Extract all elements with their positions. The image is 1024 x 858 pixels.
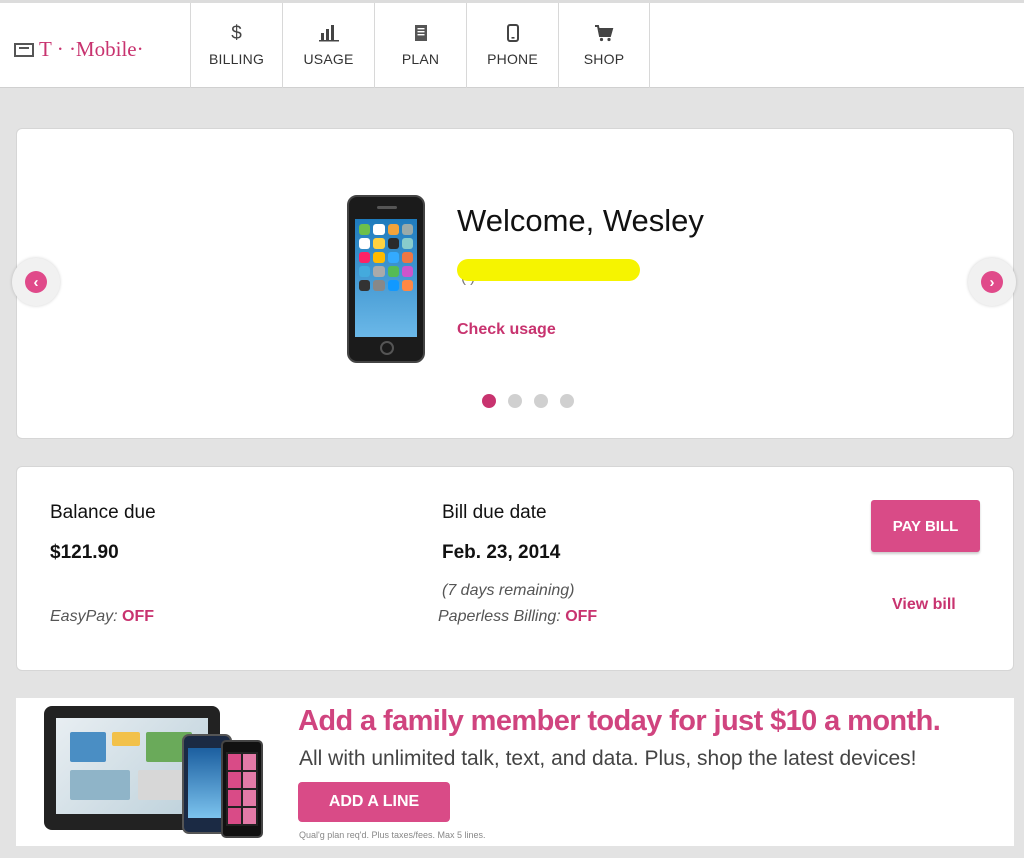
pay-bill-button[interactable]: PAY BILL bbox=[871, 500, 980, 552]
chevron-right-icon: › bbox=[981, 271, 1003, 293]
balance-due-label: Balance due bbox=[50, 502, 156, 523]
promo-fine-print: Qual'g plan req'd. Plus taxes/fees. Max … bbox=[299, 830, 486, 840]
nav-usage[interactable]: USAGE bbox=[282, 3, 374, 88]
bill-due-date-label: Bill due date bbox=[442, 502, 547, 523]
chevron-left-icon: ‹ bbox=[25, 271, 47, 293]
phone-speaker bbox=[377, 206, 397, 209]
bill-due-date-value: Feb. 23, 2014 bbox=[442, 542, 561, 563]
promo-headline: Add a family member today for just $10 a… bbox=[298, 705, 941, 737]
carousel-indicators bbox=[482, 394, 574, 408]
welcome-carousel: Welcome, Wesley ( ) Check usage bbox=[16, 128, 1014, 439]
carousel-next-button[interactable]: › bbox=[968, 258, 1016, 306]
dollar-icon: $ bbox=[231, 23, 242, 44]
document-icon bbox=[413, 24, 429, 44]
phone-icon bbox=[506, 24, 520, 44]
nokia-phone-image bbox=[221, 740, 263, 838]
balance-due-value: $121.90 bbox=[50, 542, 119, 563]
promo-subline: All with unlimited talk, text, and data.… bbox=[299, 747, 917, 770]
top-navigation-bar: T · ·Mobile· $ BILLING USAGE PLAN PHONE bbox=[0, 0, 1024, 88]
iphone-image bbox=[347, 195, 425, 363]
carousel-dot-2[interactable] bbox=[508, 394, 522, 408]
paperless-off-link[interactable]: OFF bbox=[565, 608, 597, 625]
carousel-prev-button[interactable]: ‹ bbox=[12, 258, 60, 306]
phone-screen bbox=[355, 219, 417, 337]
check-usage-link[interactable]: Check usage bbox=[457, 321, 556, 339]
welcome-heading: Welcome, Wesley bbox=[457, 203, 704, 238]
nav-shop[interactable]: SHOP bbox=[558, 3, 650, 88]
nav-plan-label: PLAN bbox=[401, 51, 440, 67]
easypay-label: EasyPay: bbox=[50, 608, 118, 625]
nav-billing[interactable]: $ BILLING bbox=[190, 3, 282, 88]
carousel-dot-1[interactable] bbox=[482, 394, 496, 408]
nokia-phone-screen bbox=[226, 752, 258, 826]
nav-phone[interactable]: PHONE bbox=[466, 3, 558, 88]
logo-text: T · ·Mobile· bbox=[39, 37, 144, 61]
paperless-label: Paperless Billing: bbox=[438, 608, 561, 625]
home-button bbox=[380, 341, 394, 355]
days-remaining: (7 days remaining) bbox=[442, 582, 575, 599]
nav-phone-label: PHONE bbox=[487, 51, 538, 67]
add-line-promo-banner[interactable]: Add a family member today for just $10 a… bbox=[16, 698, 1014, 846]
billing-summary: Balance due $121.90 EasyPay: OFF Bill du… bbox=[16, 466, 1014, 671]
nav-billing-label: BILLING bbox=[208, 51, 265, 67]
paperless-billing-status: Paperless Billing: OFF bbox=[438, 608, 597, 626]
easypay-status: EasyPay: OFF bbox=[50, 608, 154, 626]
main-nav: $ BILLING USAGE PLAN PHONE SHOP bbox=[190, 3, 650, 88]
easypay-off-link[interactable]: OFF bbox=[122, 608, 154, 625]
carousel-dot-3[interactable] bbox=[534, 394, 548, 408]
carousel-dot-4[interactable] bbox=[560, 394, 574, 408]
nav-shop-label: SHOP bbox=[583, 51, 625, 67]
cart-icon bbox=[594, 24, 614, 44]
bar-chart-icon bbox=[318, 24, 340, 44]
nav-plan[interactable]: PLAN bbox=[374, 3, 466, 88]
view-bill-link[interactable]: View bill bbox=[892, 596, 956, 614]
tmobile-logo[interactable]: T · ·Mobile· bbox=[14, 37, 144, 62]
nav-usage-label: USAGE bbox=[303, 51, 354, 67]
add-a-line-button[interactable]: ADD A LINE bbox=[298, 782, 450, 822]
mytmobile-icon bbox=[14, 42, 34, 57]
redaction-highlight bbox=[457, 259, 640, 281]
